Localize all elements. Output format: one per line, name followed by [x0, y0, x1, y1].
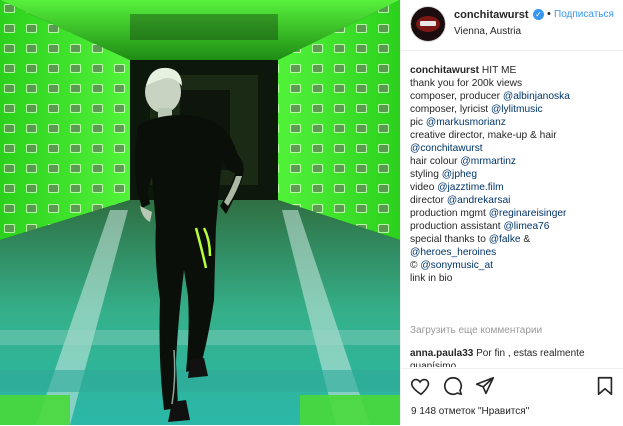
caption-text: © — [410, 260, 421, 271]
caption-line: @heroes_heroines — [410, 246, 620, 259]
heart-icon[interactable] — [410, 375, 432, 397]
tunnel-photo — [0, 0, 400, 425]
caption-suffix: & — [520, 234, 531, 245]
caption-line: styling @jpheg — [410, 168, 620, 181]
mention-link[interactable]: @conchitawurst — [410, 143, 483, 154]
likes-count[interactable]: 9 148 отметок "Нравится" — [411, 406, 529, 417]
separator-dot: • — [547, 8, 551, 20]
caption-line: special thanks to @falke & — [410, 233, 620, 246]
mention-link[interactable]: @markusmorianz — [426, 117, 506, 128]
avatar[interactable] — [410, 6, 446, 42]
caption-text: thank you for 200k views — [410, 78, 523, 89]
caption-text: production mgmt — [410, 208, 489, 219]
post-caption: conchitawurst HIT ME thank you for 200k … — [410, 64, 620, 285]
mention-link[interactable]: @mrmartinz — [460, 156, 516, 167]
caption-text: hair colour — [410, 156, 461, 167]
comment-author-link[interactable]: anna.paula33 — [410, 348, 473, 359]
verified-badge-icon: ✓ — [533, 9, 544, 20]
caption-text: creative director, make-up & hair — [410, 130, 557, 141]
caption-author-link[interactable]: conchitawurst — [410, 65, 479, 76]
bookmark-icon[interactable] — [594, 375, 616, 397]
caption-line: hair colour @mrmartinz — [410, 155, 620, 168]
caption-lines: thank you for 200k views composer, produc… — [410, 77, 620, 285]
caption-line: @conchitawurst — [410, 142, 620, 155]
caption-line: creative director, make-up & hair — [410, 129, 620, 142]
caption-line: composer, lyricist @lylitmusic — [410, 103, 620, 116]
comment-item: anna.paula33 Por fin , estas realmente g… — [410, 347, 615, 367]
location-link[interactable]: Vienna, Austria — [454, 26, 521, 37]
caption-line: director @andrekarsai — [410, 194, 620, 207]
mention-link[interactable]: @falke — [489, 234, 521, 245]
caption-text: styling — [410, 169, 442, 180]
caption-text: composer, producer — [410, 91, 503, 102]
mention-link[interactable]: @jazztime.film — [437, 182, 503, 193]
avatar-logo-icon — [416, 16, 440, 32]
caption-line: video @jazztime.film — [410, 181, 620, 194]
caption-line: pic @markusmorianz — [410, 116, 620, 129]
caption-text: composer, lyricist — [410, 104, 491, 115]
mention-link[interactable]: @limea76 — [503, 221, 549, 232]
mention-link[interactable]: @andrekarsai — [447, 195, 511, 206]
mention-link[interactable]: @jpheg — [442, 169, 477, 180]
caption-text: special thanks to — [410, 234, 489, 245]
action-bar: 9 148 отметок "Нравится" — [401, 368, 623, 426]
load-more-comments-link[interactable]: Загрузить еще комментарии — [410, 325, 542, 336]
mention-link[interactable]: @heroes_heroines — [410, 247, 496, 258]
caption-text: production assistant — [410, 221, 504, 232]
mention-link[interactable]: @lylitmusic — [491, 104, 543, 115]
post-image[interactable] — [0, 0, 400, 425]
caption-line: thank you for 200k views — [410, 77, 620, 90]
post-details-panel: conchitawurst ✓ • Подписаться Vienna, Au… — [400, 0, 623, 425]
mention-link[interactable]: @reginareisinger — [489, 208, 567, 219]
share-icon[interactable] — [474, 375, 496, 397]
caption-text: link in bio — [410, 273, 453, 284]
post-header: conchitawurst ✓ • Подписаться Vienna, Au… — [401, 0, 623, 51]
instagram-post: conchitawurst ✓ • Подписаться Vienna, Au… — [0, 0, 623, 425]
caption-text: director — [410, 195, 447, 206]
caption-line: © @sonymusic_at — [410, 259, 620, 272]
caption-line: link in bio — [410, 272, 620, 285]
caption-line: production assistant @limea76 — [410, 220, 620, 233]
caption-text: video — [410, 182, 438, 193]
caption-line: production mgmt @reginareisinger — [410, 207, 620, 220]
caption-first-line: conchitawurst HIT ME — [410, 64, 620, 77]
caption-title: HIT ME — [481, 65, 517, 76]
mention-link[interactable]: @sonymusic_at — [420, 260, 493, 271]
mention-link[interactable]: @albinjanoska — [503, 91, 570, 102]
username-link[interactable]: conchitawurst — [454, 9, 529, 21]
caption-text: pic — [410, 117, 426, 128]
caption-line: composer, producer @albinjanoska — [410, 90, 620, 103]
follow-button[interactable]: Подписаться — [554, 9, 614, 20]
comment-icon[interactable] — [442, 375, 464, 397]
